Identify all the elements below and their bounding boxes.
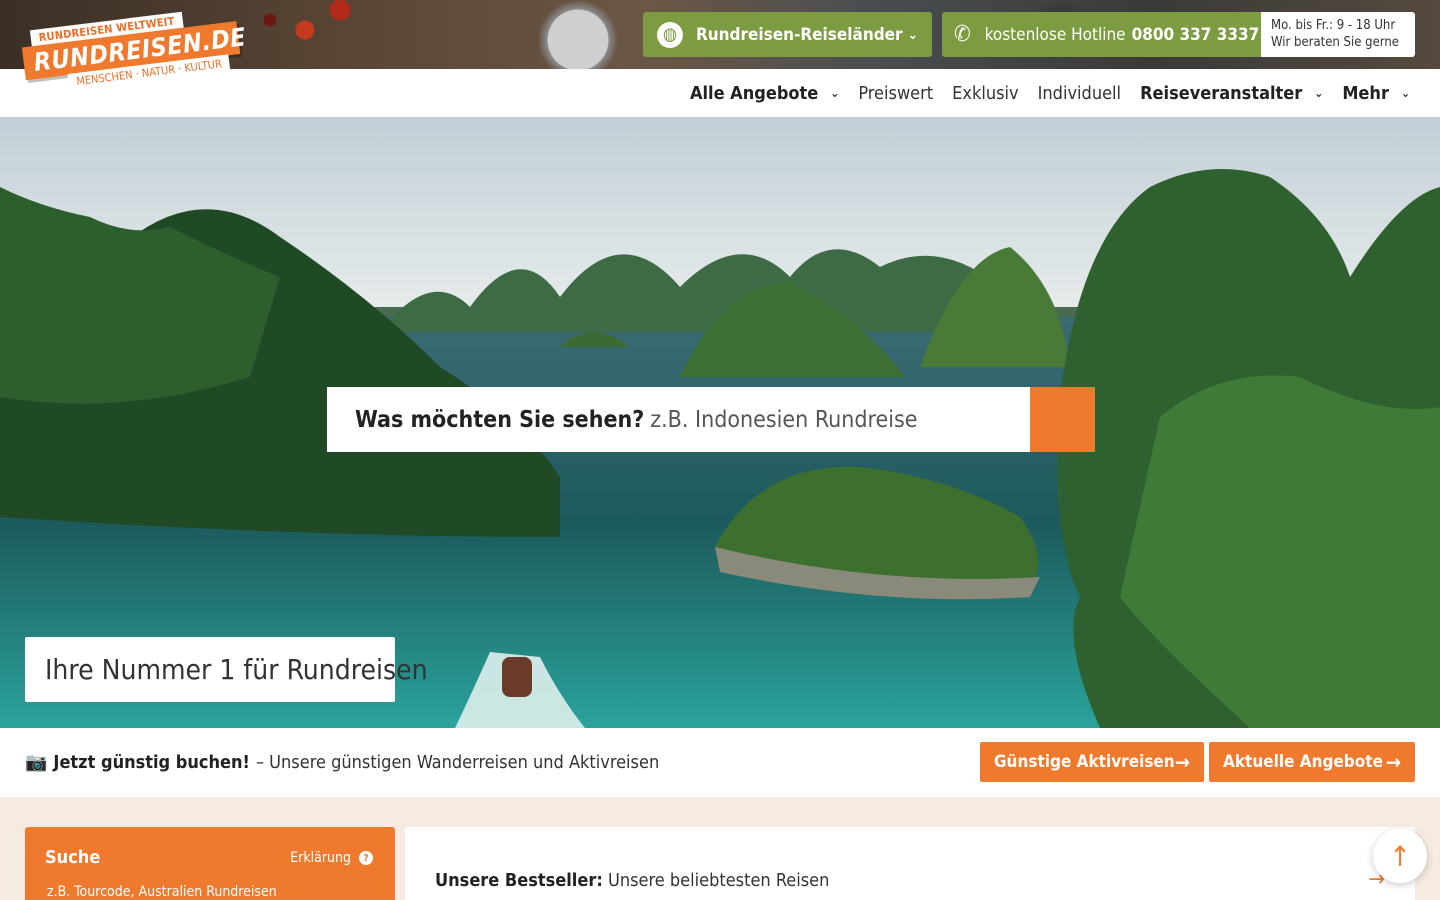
nav-item-label: Mehr <box>1342 82 1389 104</box>
tourcode-search-input[interactable]: z.B. Tourcode, Australien Rundreisen <box>47 884 277 900</box>
nav-item-label: Reiseveranstalter <box>1140 82 1303 104</box>
aktuelle-angebote-button[interactable]: Aktuelle Angebote → <box>1209 742 1415 782</box>
help-icon: ? <box>359 851 373 865</box>
nav-item-preiswert[interactable]: Preiswert <box>858 83 933 104</box>
nav-item-label: Individuell <box>1037 82 1122 104</box>
arrow-up-icon: ↑ <box>1389 839 1411 873</box>
nav-item-label: Alle Angebote <box>689 82 819 104</box>
promo-bar: 📷 Jetzt günstig buchen! – Unsere günstig… <box>0 728 1440 797</box>
main-navigation: Alle Angebote ⌄ Preiswert Exklusiv Indiv… <box>690 69 1410 117</box>
search-input[interactable] <box>650 406 1031 433</box>
arrow-right-icon: → <box>1385 750 1401 774</box>
explanation-link[interactable]: Erklärung ? <box>290 850 373 866</box>
nav-item-exklusiv[interactable]: Exklusiv <box>952 83 1018 104</box>
search-field[interactable]: Was möchten Sie sehen? <box>327 387 1031 452</box>
hero-section: Was möchten Sie sehen? Ihre Nummer 1 für… <box>0 117 1440 728</box>
search-panel-title: Suche <box>45 847 101 868</box>
hotline-label: kostenlose Hotline <box>984 24 1126 45</box>
hours-line-2: Wir beraten Sie gerne <box>1271 35 1399 50</box>
hero-tagline: Ihre Nummer 1 für Rundreisen <box>25 637 428 702</box>
phone-icon: ✆ <box>954 22 971 47</box>
nav-item-mehr[interactable]: Mehr ⌄ <box>1342 83 1410 104</box>
hotline-number: 0800 337 3337 <box>1131 24 1260 45</box>
hours-line-1: Mo. bis Fr.: 9 - 18 Uhr <box>1271 18 1396 33</box>
bestseller-panel: Unsere Bestseller: Unsere beliebtesten R… <box>405 827 1415 900</box>
chevron-down-icon: ⌄ <box>1400 86 1410 100</box>
nav-item-label: Preiswert <box>858 82 934 104</box>
nav-item-alle-angebote[interactable]: Alle Angebote ⌄ <box>690 83 839 104</box>
promo-bold: Jetzt günstig buchen! <box>53 752 250 773</box>
nav-item-reiseveranstalter[interactable]: Reiseveranstalter ⌄ <box>1140 83 1323 104</box>
globe-icon: ◍ <box>657 21 683 48</box>
bestseller-text: Unsere beliebtesten Reisen <box>607 870 830 891</box>
button-label: Aktuelle Angebote <box>1223 752 1383 772</box>
search-button[interactable] <box>328 387 1095 452</box>
sidebar-search-panel: Suche Erklärung ? z.B. Tourcode, Austral… <box>25 827 395 900</box>
promo-text: 📷 Jetzt günstig buchen! – Unsere günstig… <box>25 752 659 773</box>
chevron-down-icon: ⌄ <box>830 86 840 100</box>
hero-search-bar: Was möchten Sie sehen? <box>327 387 1095 452</box>
countries-dropdown-button[interactable]: ◍ Rundreisen-Reiseländer ⌄ <box>643 12 932 57</box>
chevron-down-icon: ⌄ <box>1314 86 1324 100</box>
promo-description: – Unsere günstigen Wanderreisen und Akti… <box>255 752 660 773</box>
camera-icon: 📷 <box>25 752 48 773</box>
countries-label: Rundreisen-Reiseländer <box>696 24 903 45</box>
scroll-to-top-button[interactable]: ↑ <box>1373 829 1427 883</box>
nav-item-label: Exklusiv <box>952 82 1019 104</box>
hotline-hours: Mo. bis Fr.: 9 - 18 Uhr Wir beraten Sie … <box>1261 12 1415 57</box>
button-label: Günstige Aktivreisen <box>994 752 1175 772</box>
search-icon <box>328 388 351 411</box>
explanation-label: Erklärung <box>290 850 351 866</box>
aktivreisen-button[interactable]: Günstige Aktivreisen → <box>980 742 1204 782</box>
chevron-down-icon: ⌄ <box>907 26 918 43</box>
bestseller-bold: Unsere Bestseller: <box>435 870 603 891</box>
nav-item-individuell[interactable]: Individuell <box>1038 83 1121 104</box>
arrow-right-icon: → <box>1174 750 1190 774</box>
hotline-button[interactable]: ✆ kostenlose Hotline 0800 337 3337 <box>942 12 1262 57</box>
search-prompt: Was möchten Sie sehen? <box>355 406 645 433</box>
bestseller-heading[interactable]: Unsere Bestseller: Unsere beliebtesten R… <box>435 870 829 891</box>
